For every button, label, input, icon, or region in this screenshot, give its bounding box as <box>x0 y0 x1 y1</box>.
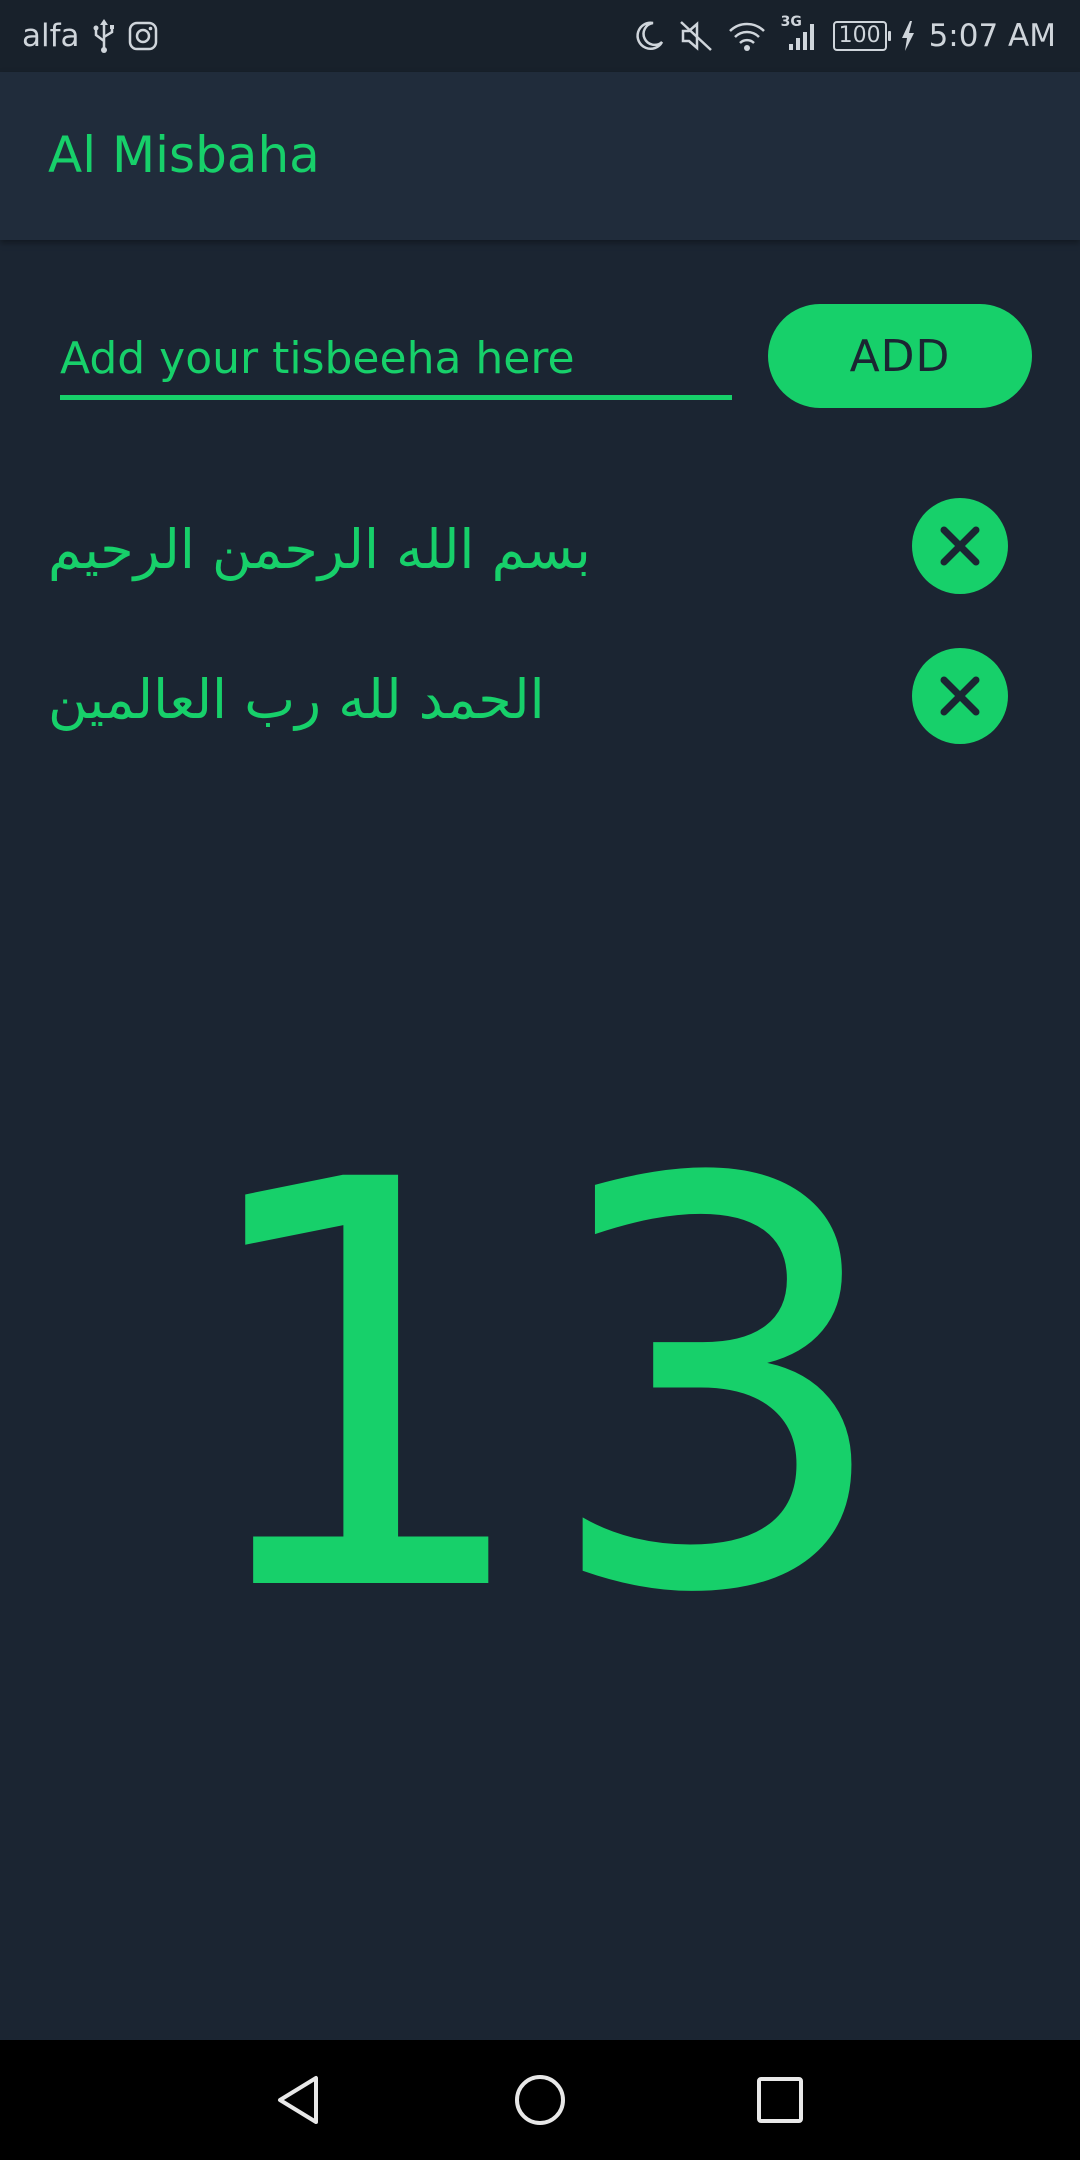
tisbeeha-counter[interactable]: 13 <box>0 1110 1080 1670</box>
add-button[interactable]: ADD <box>768 304 1032 408</box>
status-time: 5:07 AM <box>928 18 1056 54</box>
tisbeeha-list: بسم الله الرحمن الرحيم الحمد لله رب العا… <box>0 480 1080 780</box>
battery-indicator: 100 <box>832 21 891 51</box>
tisbeeha-text: الحمد لله رب العالمين <box>48 668 545 731</box>
home-icon <box>515 2075 565 2125</box>
wifi-icon <box>727 20 767 52</box>
close-icon <box>940 526 980 566</box>
delete-tisbeeha-button[interactable] <box>912 648 1008 744</box>
tisbeeha-item[interactable]: الحمد لله رب العالمين <box>0 630 1080 780</box>
home-button[interactable] <box>500 2060 580 2140</box>
recents-button[interactable] <box>740 2060 820 2140</box>
battery-level: 100 <box>838 23 881 48</box>
screen: alfa 3G 100 5:07 AM Al Misbaha Add your … <box>0 0 1080 2160</box>
tisbeeha-item[interactable]: بسم الله الرحمن الرحيم <box>0 480 1080 630</box>
status-right: 3G 100 5:07 AM <box>633 0 1056 72</box>
signal-icon: 3G <box>781 14 819 52</box>
status-left: alfa <box>22 0 158 72</box>
add-button-label: ADD <box>849 330 951 382</box>
recents-icon <box>757 2077 803 2123</box>
status-bar: alfa 3G 100 5:07 AM <box>0 0 1080 72</box>
mute-icon <box>679 20 713 52</box>
tisbeeha-input[interactable] <box>60 320 732 396</box>
carrier-label: alfa <box>22 18 80 54</box>
app-bar: Al Misbaha <box>0 72 1080 240</box>
network-type-label: 3G <box>780 14 802 30</box>
app-title: Al Misbaha <box>48 126 320 184</box>
delete-tisbeeha-button[interactable] <box>912 498 1008 594</box>
charging-icon <box>901 21 915 51</box>
back-icon <box>278 2076 318 2124</box>
navigation-bar <box>0 2040 1080 2160</box>
tisbeeha-input-field <box>60 320 732 400</box>
instagram-icon <box>128 21 158 51</box>
tisbeeha-text: بسم الله الرحمن الرحيم <box>48 518 591 581</box>
close-icon <box>940 676 980 716</box>
usb-icon <box>92 19 116 53</box>
moon-icon <box>633 20 665 52</box>
back-button[interactable] <box>260 2060 340 2140</box>
